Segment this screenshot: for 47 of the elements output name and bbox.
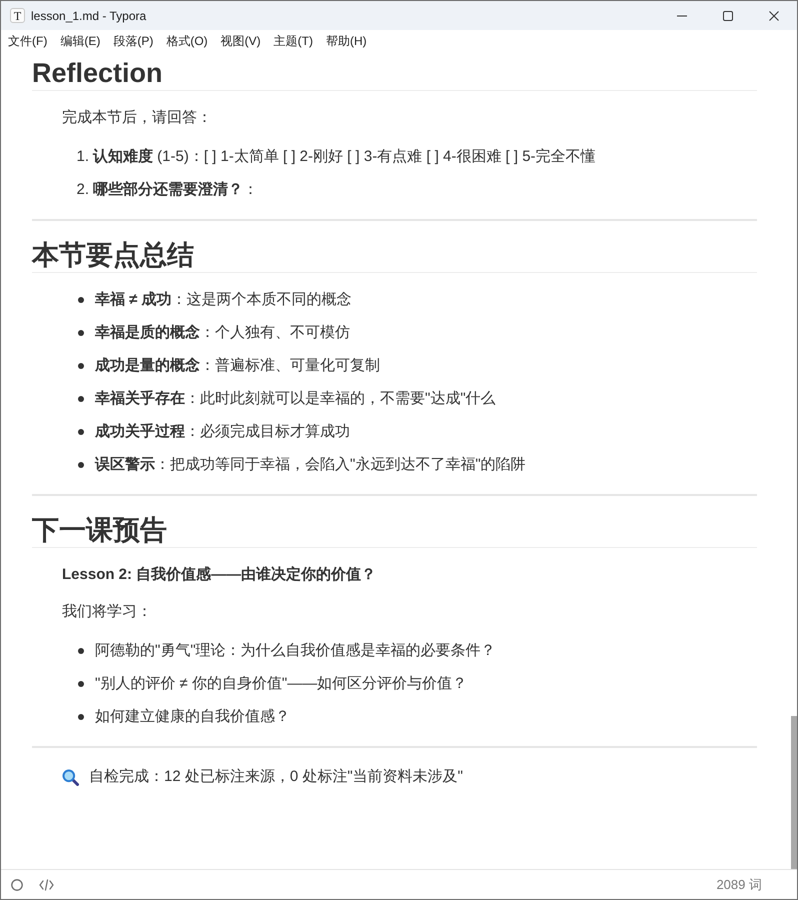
paragraph-text: 我们将学习： [62,602,152,622]
list-item-text: 阿德勒的"勇气"理论：为什么自我价值感是幸福的必要条件？ [95,641,496,661]
list-item-text: 幸福 ≠ 成功：这是两个本质不同的概念 [95,290,352,310]
magnifier-icon [62,768,79,786]
list-item-text: 如何建立健康的自我价值感？ [95,707,290,727]
word-count: 2089 词 [716,876,762,894]
code-icon [39,878,54,890]
bullet-icon [78,714,84,720]
bullet-icon [78,648,84,654]
note-text: 自检完成：12 处已标注来源，0 处标注"当前资料未涉及" [89,767,464,787]
maximize-icon [723,10,733,20]
menu-item[interactable]: 格式(O) [166,32,208,50]
menu-item[interactable]: 视图(V) [220,32,261,50]
app-icon: T [10,8,25,23]
window-title: lesson_1.md - Typora [31,8,146,22]
list-number: 1. [75,147,89,167]
menu-item[interactable]: 主题(T) [274,32,313,50]
close-icon [769,10,779,20]
bullet-icon [78,396,84,402]
list-item-text: 哪些部分还需要澄清？： [93,180,258,200]
section-heading: 本节要点总结 [32,238,757,273]
section-heading: Reflection [32,56,757,91]
source-mode-button[interactable] [39,878,54,890]
bullet-icon [78,462,84,468]
paragraph-text: Lesson 2: 自我价值感——由谁决定你的价值？ [62,565,376,585]
list-item-text: 幸福是质的概念：个人独有、不可模仿 [95,323,350,343]
list-item-text: 误区警示：把成功等同于幸福，会陷入"永远到达不了幸福"的陷阱 [95,455,526,475]
bullet-icon [78,429,84,435]
list-item-text: 成功关乎过程：必须完成目标才算成功 [95,422,350,442]
menu-item[interactable]: 编辑(E) [60,32,100,50]
list-item-text: 幸福关乎存在：此时此刻就可以是幸福的，不需要"达成"什么 [95,389,496,409]
list-item-text: 成功是量的概念：普遍标准、可量化可复制 [95,356,380,376]
bullet-icon [78,363,84,369]
bullet-icon [78,297,84,303]
menu-item[interactable]: 段落(P) [113,32,154,50]
bullet-icon [78,681,84,687]
bullet-icon [78,330,84,336]
section-heading: 下一课预告 [32,513,757,548]
list-number: 2. [75,180,89,200]
outline-toggle-button[interactable] [11,878,23,890]
circle-icon [11,878,23,890]
scrollbar-thumb[interactable] [791,716,797,869]
paragraph-text: 完成本节后，请回答： [62,108,212,128]
list-item-text: 认知难度 (1-5)：[ ] 1-太简单 [ ] 2-刚好 [ ] 3-有点难 [ ] 4-很困难 [ ] 5-完全不懂 [93,147,596,167]
menu-item[interactable]: 帮助(H) [326,32,367,50]
list-item-text: "别人的评价 ≠ 你的自身价值"——如何区分评价与价值？ [95,674,468,694]
menu-item[interactable]: 文件(F) [8,32,48,50]
